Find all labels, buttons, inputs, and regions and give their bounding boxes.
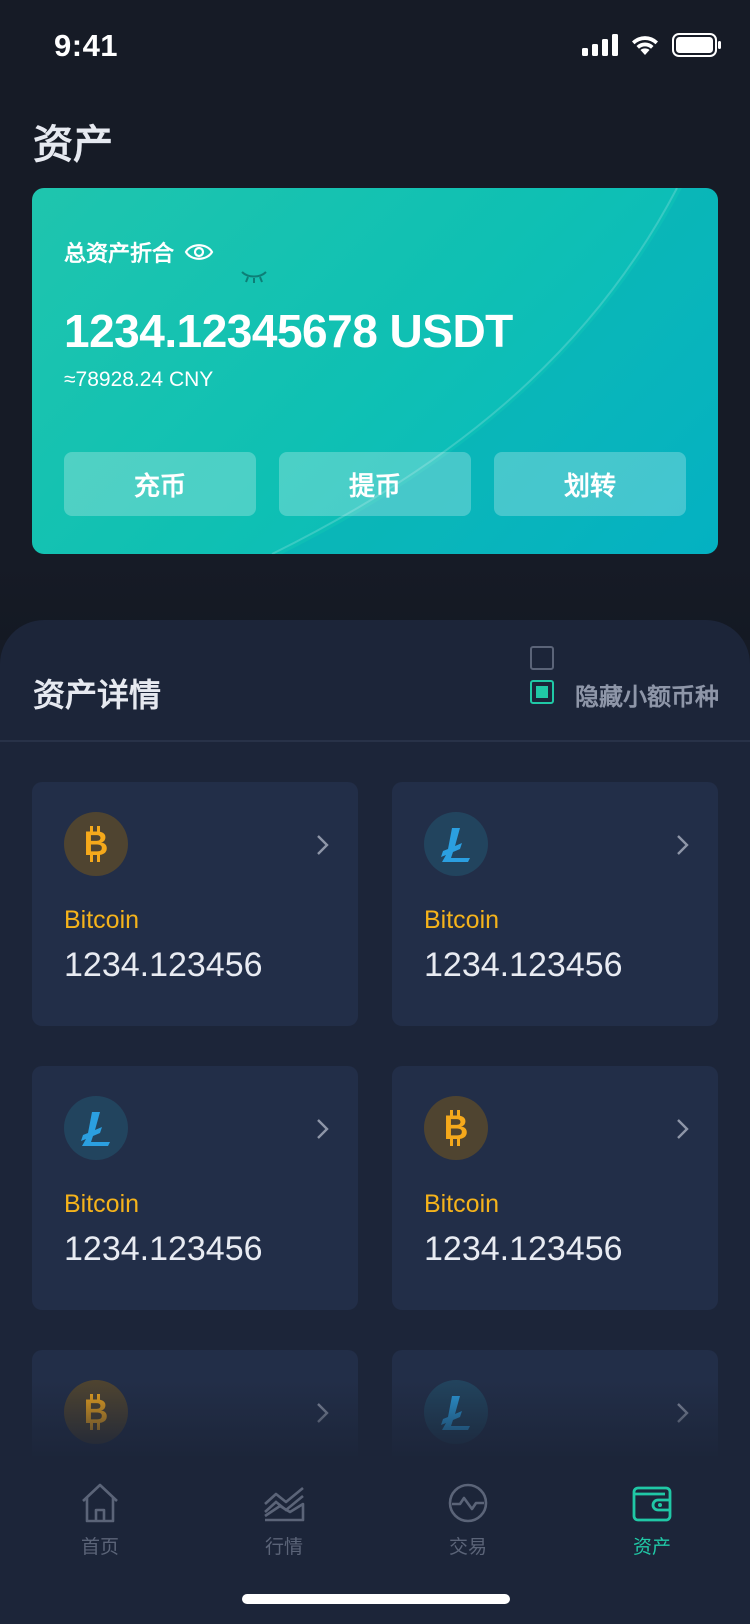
svg-text:B: B bbox=[84, 825, 109, 863]
litecoin-icon bbox=[424, 812, 488, 876]
deposit-button[interactable]: 充币 bbox=[64, 452, 256, 516]
home-indicator bbox=[242, 1594, 510, 1604]
total-assets-value: 1234.12345678 USDT bbox=[64, 305, 513, 357]
transfer-button[interactable]: 划转 bbox=[494, 452, 686, 516]
coin-amount: 1234.123456 bbox=[64, 1230, 263, 1268]
market-chart-icon bbox=[264, 1486, 305, 1522]
hide-small-checkbox[interactable] bbox=[530, 680, 554, 704]
status-icons bbox=[582, 33, 722, 57]
scroll-fade bbox=[0, 1380, 750, 1456]
divider bbox=[0, 740, 750, 742]
litecoin-icon bbox=[64, 1096, 128, 1160]
coin-amount: 1234.123456 bbox=[64, 946, 263, 984]
hide-small-label[interactable]: 隐藏小额币种 bbox=[575, 677, 719, 712]
coin-card[interactable]: B Bitcoin 1234.123456 bbox=[392, 1066, 718, 1310]
tab-market-label: 行情 bbox=[264, 1536, 303, 1558]
wifi-icon bbox=[632, 36, 658, 55]
status-time: 9:41 bbox=[54, 28, 119, 63]
trade-icon bbox=[448, 1483, 488, 1523]
coin-amount: 1234.123456 bbox=[424, 946, 623, 984]
coin-amount: 1234.123456 bbox=[424, 1230, 623, 1268]
coin-card[interactable]: Bitcoin 1234.123456 bbox=[392, 782, 718, 1026]
coin-name: Bitcoin bbox=[64, 1190, 140, 1218]
tab-market[interactable]: 行情 bbox=[224, 1482, 344, 1559]
total-assets-label-row: 总资产折合 bbox=[64, 236, 214, 268]
tab-home-label: 首页 bbox=[80, 1536, 119, 1558]
status-bar: 9:41 bbox=[0, 0, 750, 92]
checkbox-unchecked[interactable] bbox=[530, 646, 554, 670]
bitcoin-icon: B bbox=[64, 812, 128, 876]
coin-name: Bitcoin bbox=[64, 906, 140, 934]
page-title: 资产 bbox=[33, 122, 113, 168]
tab-trade-label: 交易 bbox=[448, 1536, 487, 1558]
battery-icon bbox=[672, 33, 721, 57]
closed-eye-icon[interactable] bbox=[240, 270, 268, 284]
checkbox-check-mark bbox=[536, 686, 548, 698]
coin-card[interactable]: Bitcoin 1234.123456 bbox=[32, 1066, 358, 1310]
tab-assets-label: 资产 bbox=[632, 1536, 671, 1558]
tab-trade[interactable]: 交易 bbox=[408, 1482, 528, 1559]
total-assets-card: 总资产折合 1234.12345678 USDT ≈78928.24 CNY 充… bbox=[32, 188, 718, 554]
coin-name: Bitcoin bbox=[424, 1190, 500, 1218]
tab-home[interactable]: 首页 bbox=[40, 1482, 160, 1559]
coin-card[interactable]: B Bitcoin 1234.123456 bbox=[32, 782, 358, 1026]
asset-details-title: 资产详情 bbox=[33, 676, 162, 714]
coin-name: Bitcoin bbox=[424, 906, 500, 934]
chevron-right-icon bbox=[677, 1119, 689, 1139]
home-icon bbox=[82, 1483, 118, 1523]
chevron-right-icon bbox=[317, 1119, 329, 1139]
total-assets-label: 总资产折合 bbox=[64, 242, 175, 267]
chevron-right-icon bbox=[317, 835, 329, 855]
total-assets-cny: ≈78928.24 CNY bbox=[64, 368, 214, 391]
withdraw-button[interactable]: 提币 bbox=[279, 452, 471, 516]
bitcoin-icon: B bbox=[424, 1096, 488, 1160]
signal-icon bbox=[582, 34, 618, 56]
wallet-icon bbox=[632, 1486, 672, 1522]
chevron-right-icon bbox=[677, 835, 689, 855]
eye-icon[interactable] bbox=[184, 241, 214, 263]
tab-assets[interactable]: 资产 bbox=[592, 1482, 712, 1559]
svg-text:B: B bbox=[444, 1109, 469, 1147]
